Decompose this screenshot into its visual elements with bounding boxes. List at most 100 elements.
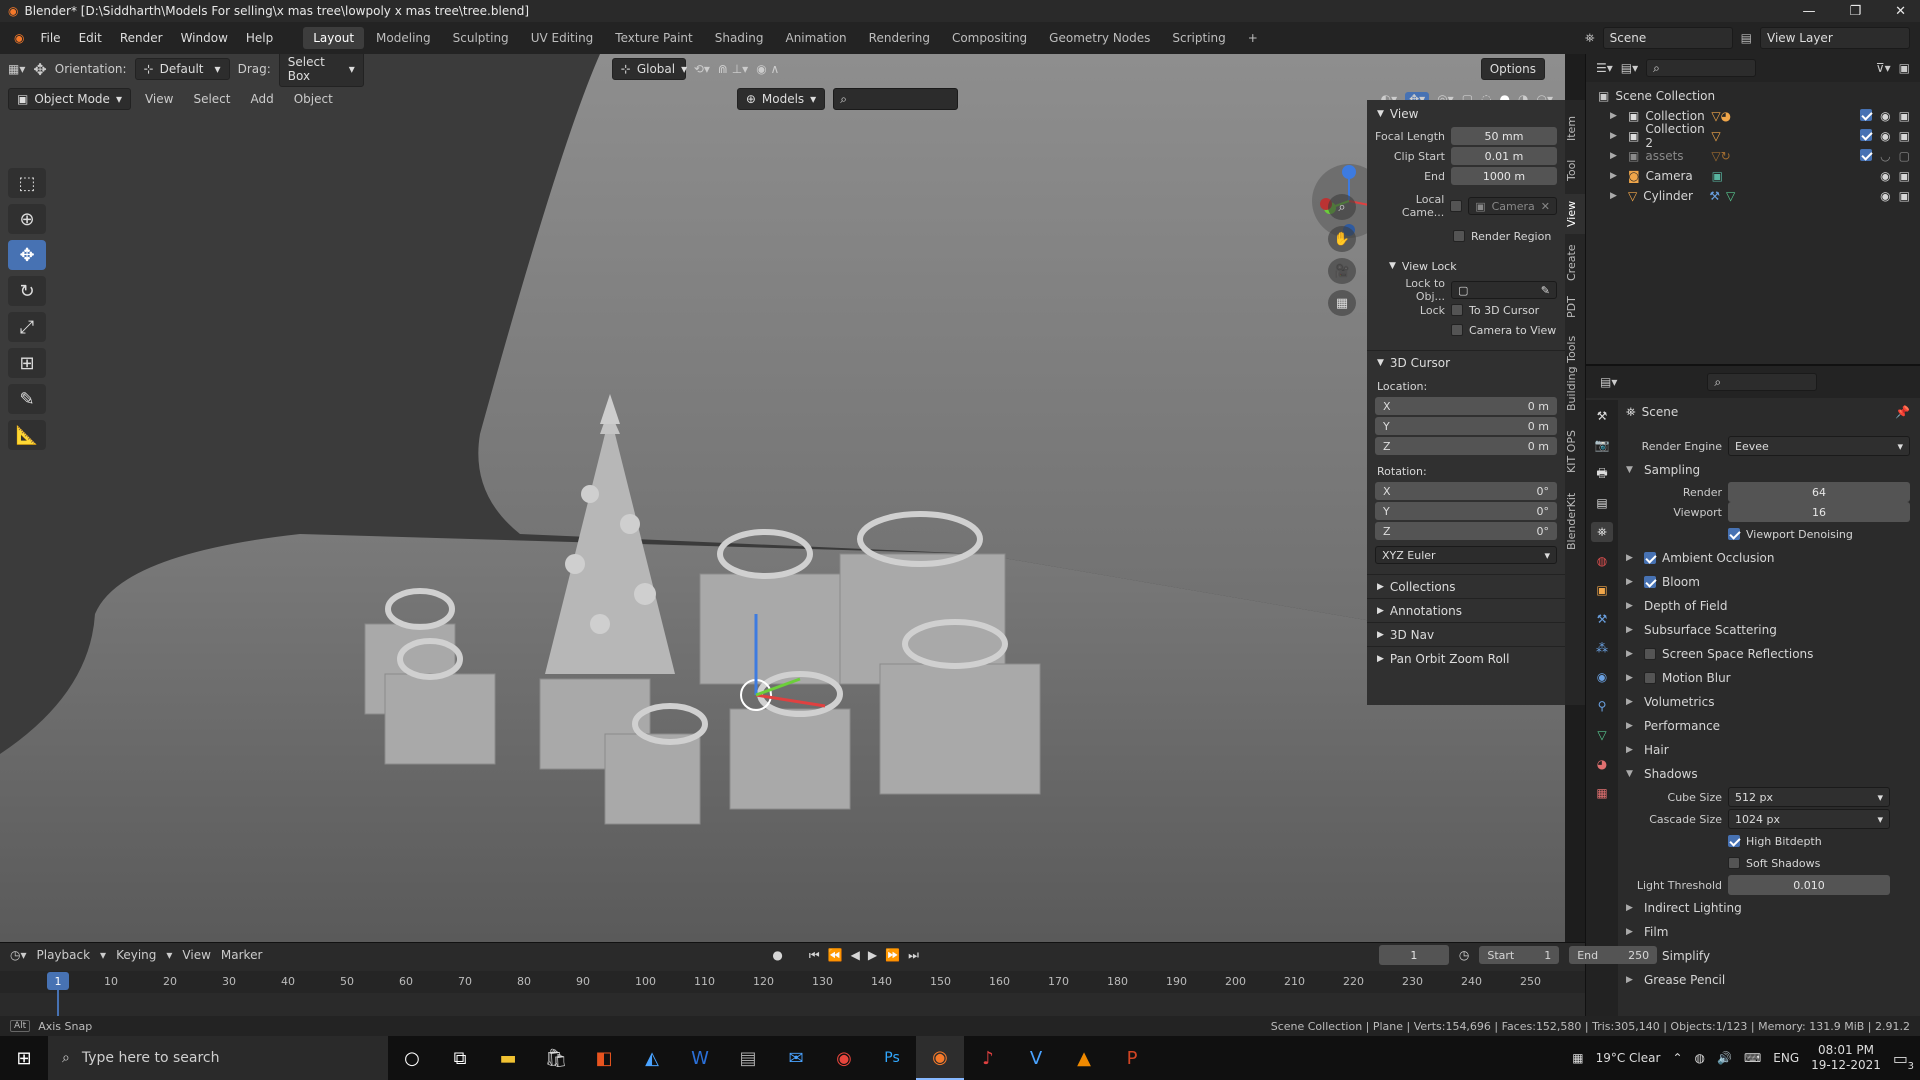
section-header[interactable]: ▶ Ambient Occlusion	[1620, 546, 1918, 570]
vlc-icon[interactable]: ▲	[1060, 1036, 1108, 1080]
tab-pdt[interactable]: PDT	[1565, 292, 1585, 322]
viewport-samples-field[interactable]: 16	[1728, 502, 1910, 522]
clip-end-field[interactable]: 1000 m	[1451, 167, 1557, 185]
tab-layout[interactable]: Layout	[303, 27, 365, 49]
section-header[interactable]: ▶ Subsurface Scattering	[1620, 618, 1918, 642]
collections-panel-header[interactable]: ▶ Collections	[1367, 574, 1565, 598]
camera-to-view-checkbox[interactable]	[1451, 324, 1463, 336]
section-header[interactable]: ▶ Screen Space Reflections	[1620, 642, 1918, 666]
high-bitdepth-checkbox[interactable]	[1728, 835, 1740, 847]
tab-uv-editing[interactable]: UV Editing	[521, 27, 604, 49]
section-enable-checkbox[interactable]	[1644, 672, 1656, 684]
section-header[interactable]: ▶ Motion Blur	[1620, 666, 1918, 690]
sampling-header[interactable]: ▼ Sampling	[1620, 458, 1918, 482]
new-collection-icon[interactable]: ▣	[1899, 61, 1910, 75]
section-enable-checkbox[interactable]	[1644, 648, 1656, 660]
menu-help[interactable]: Help	[238, 31, 281, 45]
keyboard-icon[interactable]: ⌨	[1744, 1051, 1761, 1065]
chevron-up-icon[interactable]: ⌃	[1672, 1051, 1682, 1065]
material-icon[interactable]: ◕	[1591, 754, 1613, 774]
focal-length-field[interactable]: 50 mm	[1451, 127, 1557, 145]
clip-start-field[interactable]: 0.01 m	[1451, 147, 1557, 165]
tab-kit-ops[interactable]: KIT OPS	[1565, 424, 1585, 480]
pan-hand-icon[interactable]: ✋	[1328, 226, 1356, 252]
lock-object-field[interactable]: ▢ ✎	[1451, 281, 1557, 299]
eye-icon[interactable]: ◉	[1880, 129, 1890, 143]
cursor-rotation-y[interactable]: Y 0°	[1375, 502, 1557, 520]
output-icon[interactable]: 🖶	[1591, 464, 1613, 484]
tab-item[interactable]: Item	[1565, 110, 1585, 146]
3d-cursor-header[interactable]: ▼ 3D Cursor	[1367, 350, 1565, 374]
mail-icon[interactable]: ✉	[772, 1036, 820, 1080]
marker-menu[interactable]: Marker	[221, 948, 262, 962]
particles-icon[interactable]: ⁂	[1591, 638, 1613, 658]
outliner-item-collection[interactable]: ▶ ▣ Collection ▽◕ ◉ ▣	[1586, 106, 1920, 126]
world-icon[interactable]: ◍	[1591, 551, 1613, 571]
drag-dropdown[interactable]: Select Box ▾	[278, 54, 364, 87]
expand-triangle-icon[interactable]: ▶	[1610, 131, 1622, 141]
windows-start-icon[interactable]: ⊞	[0, 1036, 48, 1080]
section-header[interactable]: ▶ Volumetrics	[1620, 690, 1918, 714]
tool-icon[interactable]: ⚒	[1591, 406, 1613, 426]
preview-range-icon[interactable]: ◷	[1459, 948, 1469, 962]
outliner-search-input[interactable]: ⌕	[1646, 59, 1757, 77]
tab-compositing[interactable]: Compositing	[942, 27, 1037, 49]
eye-icon[interactable]: ◉	[1880, 109, 1890, 123]
rotation-mode-dropdown[interactable]: XYZ Euler ▾	[1375, 546, 1557, 564]
mode-dropdown[interactable]: ▣ Object Mode ▾	[8, 88, 131, 110]
record-icon[interactable]: ●	[772, 948, 782, 962]
transform-tool-icon[interactable]: ✥	[33, 60, 46, 79]
options-dropdown[interactable]: Options	[1480, 58, 1545, 80]
clock[interactable]: 08:01 PM 19-12-2021	[1811, 1043, 1881, 1073]
section-header[interactable]: ▶ Grease Pencil	[1620, 968, 1918, 992]
office-icon[interactable]: ◧	[580, 1036, 628, 1080]
camera-view-icon[interactable]: 🎥	[1328, 258, 1356, 284]
render-icon[interactable]: 📷	[1591, 435, 1613, 455]
shadows-header[interactable]: ▼ Shadows	[1620, 762, 1918, 786]
transform-icon[interactable]: ⊞	[8, 348, 46, 378]
chrome-icon[interactable]: ◉	[820, 1036, 868, 1080]
outliner-item-assets[interactable]: ▶ ▣ assets ▽↻ ◡ ▢	[1586, 146, 1920, 166]
orientation-dropdown[interactable]: ⊹ Default ▾	[134, 58, 230, 80]
tab-rendering[interactable]: Rendering	[859, 27, 940, 49]
expand-triangle-icon[interactable]: ▶	[1610, 111, 1622, 121]
cursor-location-x[interactable]: X 0 m	[1375, 397, 1557, 415]
editor-type-icon[interactable]: ▦▾	[8, 62, 25, 76]
outliner-item-camera[interactable]: ▶ ◙ Camera ▣ ◉ ▣	[1586, 166, 1920, 186]
tab-sculpting[interactable]: Sculpting	[443, 27, 519, 49]
powerpoint-icon[interactable]: P	[1108, 1036, 1156, 1080]
menu-edit[interactable]: Edit	[71, 31, 110, 45]
outliner-item-cylinder[interactable]: ▶ ▽ Cylinder ⚒ ▽ ◉ ▣	[1586, 186, 1920, 206]
view-layer-icon[interactable]: ▤	[1741, 31, 1752, 45]
scene-icon[interactable]: ⛯	[1591, 522, 1613, 542]
perspective-grid-icon[interactable]: ▦	[1328, 290, 1356, 316]
3d-viewport[interactable]: ▦▾ ✥ Orientation: ⊹ Default ▾ Drag: Sele…	[0, 54, 1565, 942]
weather-text[interactable]: 19°C Clear	[1596, 1051, 1661, 1065]
section-enable-checkbox[interactable]	[1644, 552, 1656, 564]
add-workspace-icon[interactable]: +	[1238, 27, 1268, 49]
cube-size-dropdown[interactable]: 512 px ▾	[1728, 787, 1890, 807]
network-icon[interactable]: ◍	[1695, 1051, 1705, 1065]
prev-keyframe-icon[interactable]: ⏪	[828, 948, 843, 962]
frame-start-field[interactable]: Start 1	[1479, 946, 1560, 964]
display-mode-icon[interactable]: ▤▾	[1621, 61, 1638, 75]
section-header[interactable]: ▶ Depth of Field	[1620, 594, 1918, 618]
exclude-checkbox[interactable]	[1860, 109, 1873, 121]
tab-texture-paint[interactable]: Texture Paint	[605, 27, 702, 49]
scene-icon[interactable]: ⛯	[1585, 31, 1595, 46]
move-icon[interactable]: ✥	[8, 240, 46, 270]
camera-render-icon[interactable]: ▣	[1899, 189, 1910, 203]
cursor-icon[interactable]: ⊕	[8, 204, 46, 234]
annotations-panel-header[interactable]: ▶ Annotations	[1367, 598, 1565, 622]
transform-orientation-dropdown[interactable]: ⊹ Global ▾	[611, 58, 687, 80]
section-header[interactable]: ▶Simplify	[1620, 944, 1918, 968]
proportional-edit-icon[interactable]: ◉ ∧	[756, 62, 779, 76]
blender-taskbar-icon[interactable]: ◉	[916, 1036, 964, 1080]
blender-menu-icon[interactable]: ◉	[8, 31, 30, 45]
local-camera-checkbox[interactable]	[1450, 200, 1463, 212]
tab-animation[interactable]: Animation	[775, 27, 856, 49]
app-icon-3[interactable]: V	[1012, 1036, 1060, 1080]
expand-triangle-icon[interactable]: ▶	[1610, 191, 1622, 201]
clear-icon[interactable]: ✕	[1541, 200, 1550, 213]
tab-tool[interactable]: Tool	[1565, 152, 1585, 188]
